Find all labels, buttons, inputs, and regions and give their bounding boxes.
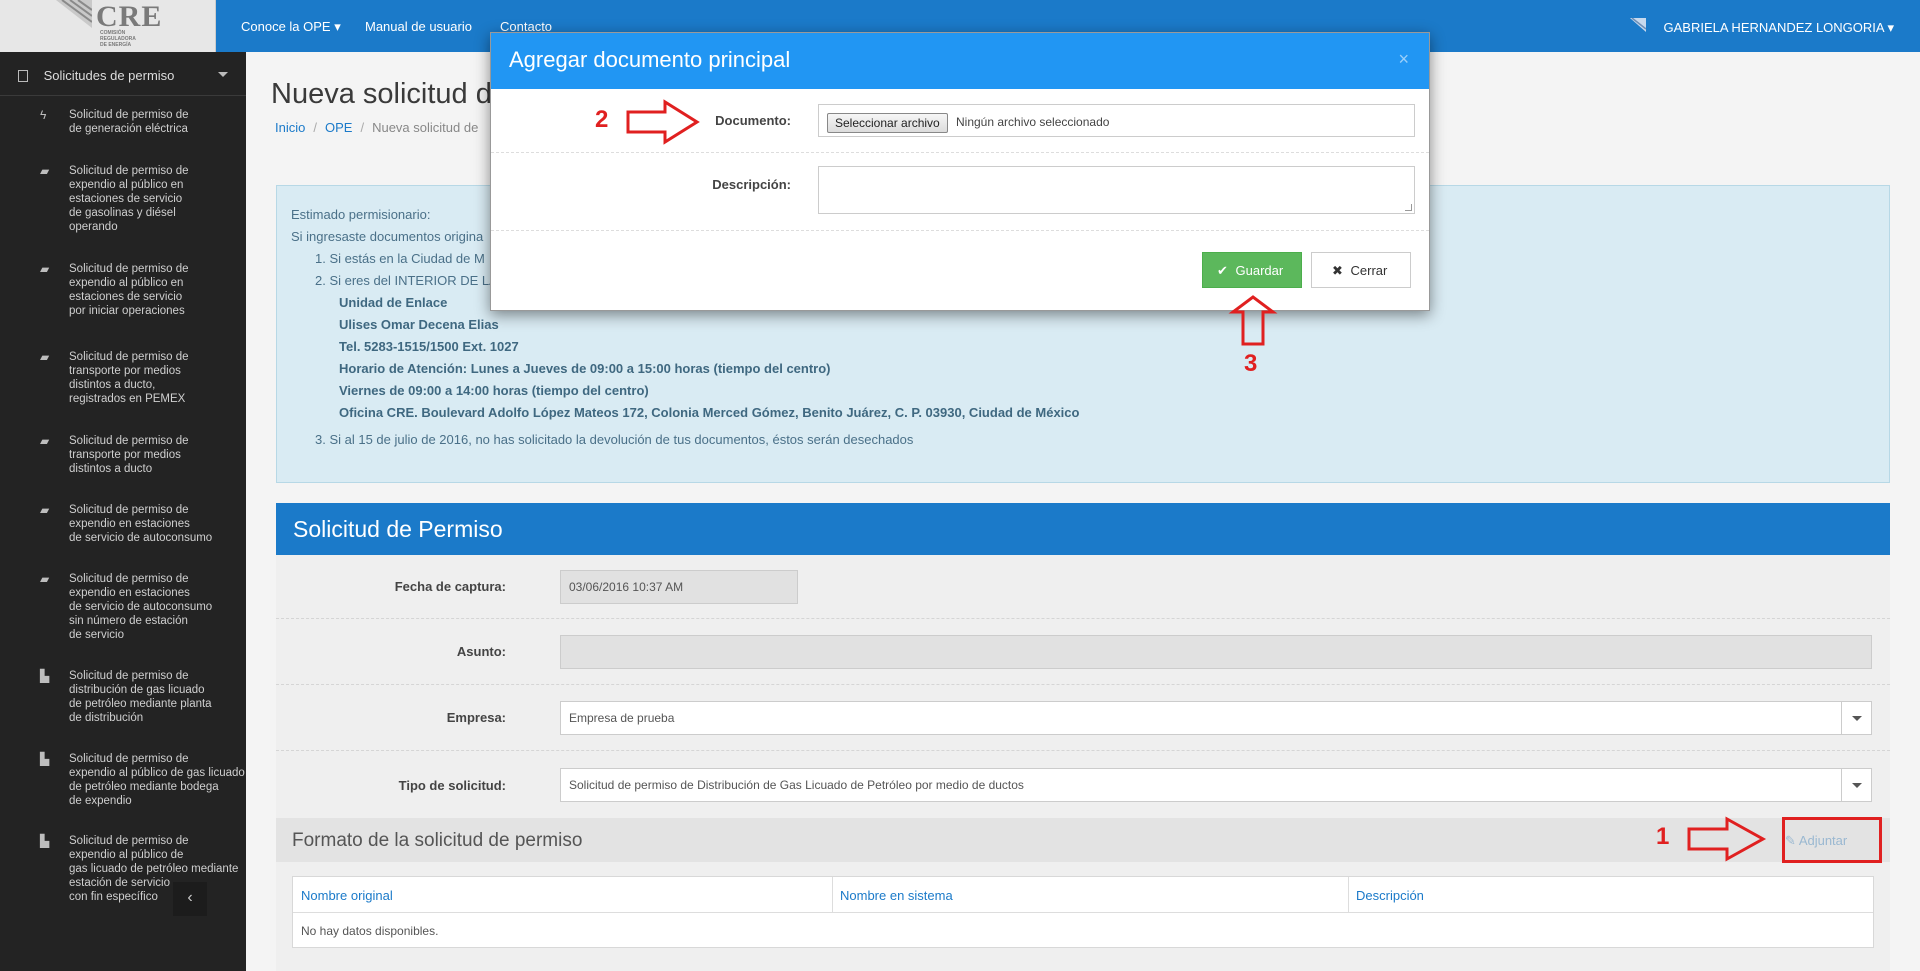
- annotation-1: 1: [1656, 823, 1670, 850]
- annotation-3: 3: [1244, 350, 1258, 377]
- annotation-arrows: [626, 99, 1767, 862]
- arrow-2-icon: [626, 99, 700, 145]
- annotation-2: 2: [595, 106, 609, 133]
- arrow-1-icon: [1687, 816, 1767, 862]
- arrow-3-icon: [1228, 295, 1278, 346]
- annotation-1-highlight: [1782, 817, 1882, 863]
